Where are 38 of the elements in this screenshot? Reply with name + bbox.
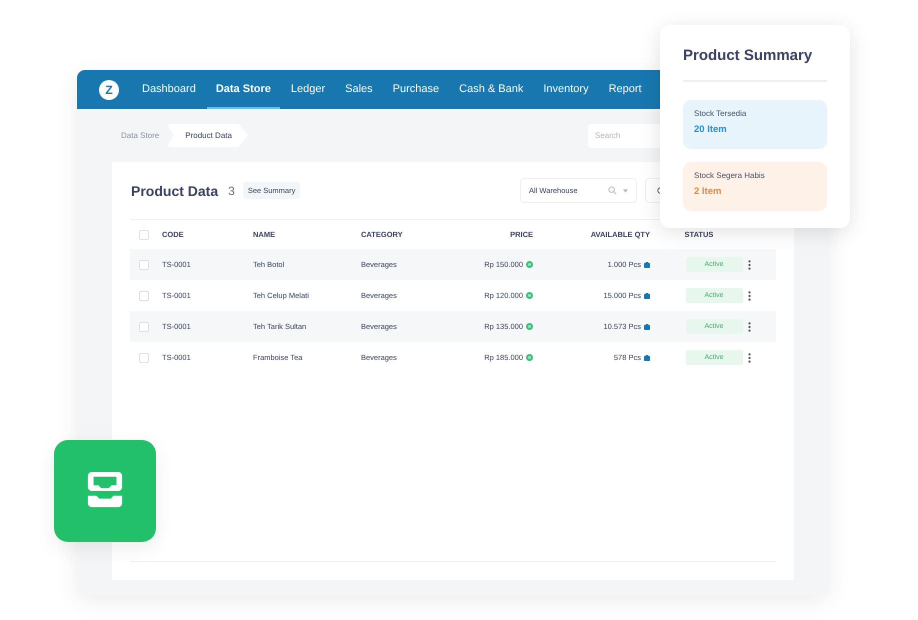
breadcrumb-item[interactable]: Data Store bbox=[113, 125, 168, 146]
more-options-icon[interactable] bbox=[748, 352, 751, 362]
logo: Z bbox=[99, 80, 119, 100]
nav-tab[interactable]: Data Store bbox=[206, 70, 280, 109]
page-title: Product Data bbox=[130, 182, 218, 198]
box-icon bbox=[644, 262, 650, 268]
breadcrumb-item[interactable]: Product Data bbox=[167, 124, 248, 147]
nav-tab[interactable]: Cash & Bank bbox=[450, 70, 532, 109]
row-checkbox[interactable] bbox=[139, 322, 149, 332]
coin-icon bbox=[526, 261, 533, 268]
more-options-icon[interactable] bbox=[748, 290, 751, 300]
row-checkbox[interactable] bbox=[139, 290, 149, 300]
stat-label: Stock Segera Habis bbox=[694, 171, 766, 180]
box-icon bbox=[644, 324, 650, 330]
coin-icon bbox=[526, 323, 533, 330]
nav-tab[interactable]: Purchase bbox=[384, 70, 448, 109]
nav-tab[interactable]: Dashboard bbox=[133, 70, 205, 109]
box-icon bbox=[644, 354, 650, 360]
caret-icon bbox=[623, 188, 628, 192]
nav-tab[interactable]: Report bbox=[600, 70, 651, 109]
row-checkbox[interactable] bbox=[139, 352, 149, 362]
more-options-icon[interactable] bbox=[748, 322, 751, 332]
stat-label: Stock Tersedia bbox=[694, 109, 748, 118]
coin-icon bbox=[526, 354, 533, 361]
inbox-tray-icon bbox=[85, 472, 125, 510]
more-options-icon[interactable] bbox=[748, 260, 751, 270]
row-checkbox[interactable] bbox=[139, 260, 149, 270]
select-all-checkbox[interactable] bbox=[139, 230, 149, 240]
stat-value: 20 Item bbox=[694, 124, 728, 135]
search-icon bbox=[608, 186, 617, 195]
stat-value: 2 Item bbox=[694, 186, 722, 197]
nav-tab[interactable]: Sales bbox=[336, 70, 382, 109]
box-icon bbox=[644, 292, 650, 298]
coin-icon bbox=[526, 292, 533, 299]
nav-tab[interactable]: Ledger bbox=[282, 70, 334, 109]
nav-tab[interactable]: Inventory bbox=[534, 70, 598, 109]
summary-title: Product Summary bbox=[683, 25, 827, 82]
item-count: 3 bbox=[228, 184, 235, 198]
